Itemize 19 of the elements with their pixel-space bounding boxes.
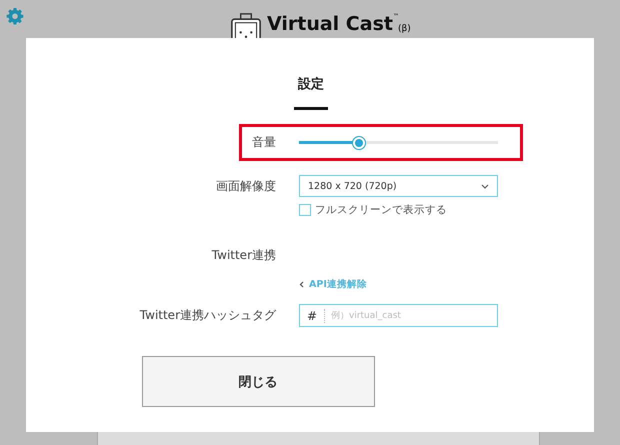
hashtag-field[interactable]: 例）virtual_cast	[325, 310, 497, 320]
chevron-left-icon	[299, 281, 304, 288]
slider-thumb[interactable]	[352, 136, 366, 150]
hash-prefix: #	[300, 308, 325, 322]
logo-text: Virtual Cast	[267, 13, 393, 35]
fullscreen-checkbox[interactable]	[299, 204, 311, 216]
tab[interactable]: 設定	[294, 72, 328, 110]
slider-track[interactable]	[299, 141, 498, 144]
caret-icon	[481, 184, 489, 188]
close-button[interactable]: 閉じる	[142, 356, 374, 407]
twitter-label: Twitter連携	[212, 247, 276, 264]
settings-icon[interactable]	[6, 8, 24, 26]
beta-label: (β)	[398, 23, 411, 35]
resolution-label: 画面解像度	[216, 178, 276, 194]
hashtag-label: Twitter連携ハッシュタグ	[140, 307, 276, 324]
resolution-dropdown[interactable]: 1280 x 720 (720p)	[299, 175, 498, 197]
volume-label: 音量	[252, 134, 276, 151]
hashtag-input-frame[interactable]: # 例）virtual_cast	[299, 304, 498, 327]
checkbox-label: フルスクリーンで表示する	[315, 203, 447, 217]
